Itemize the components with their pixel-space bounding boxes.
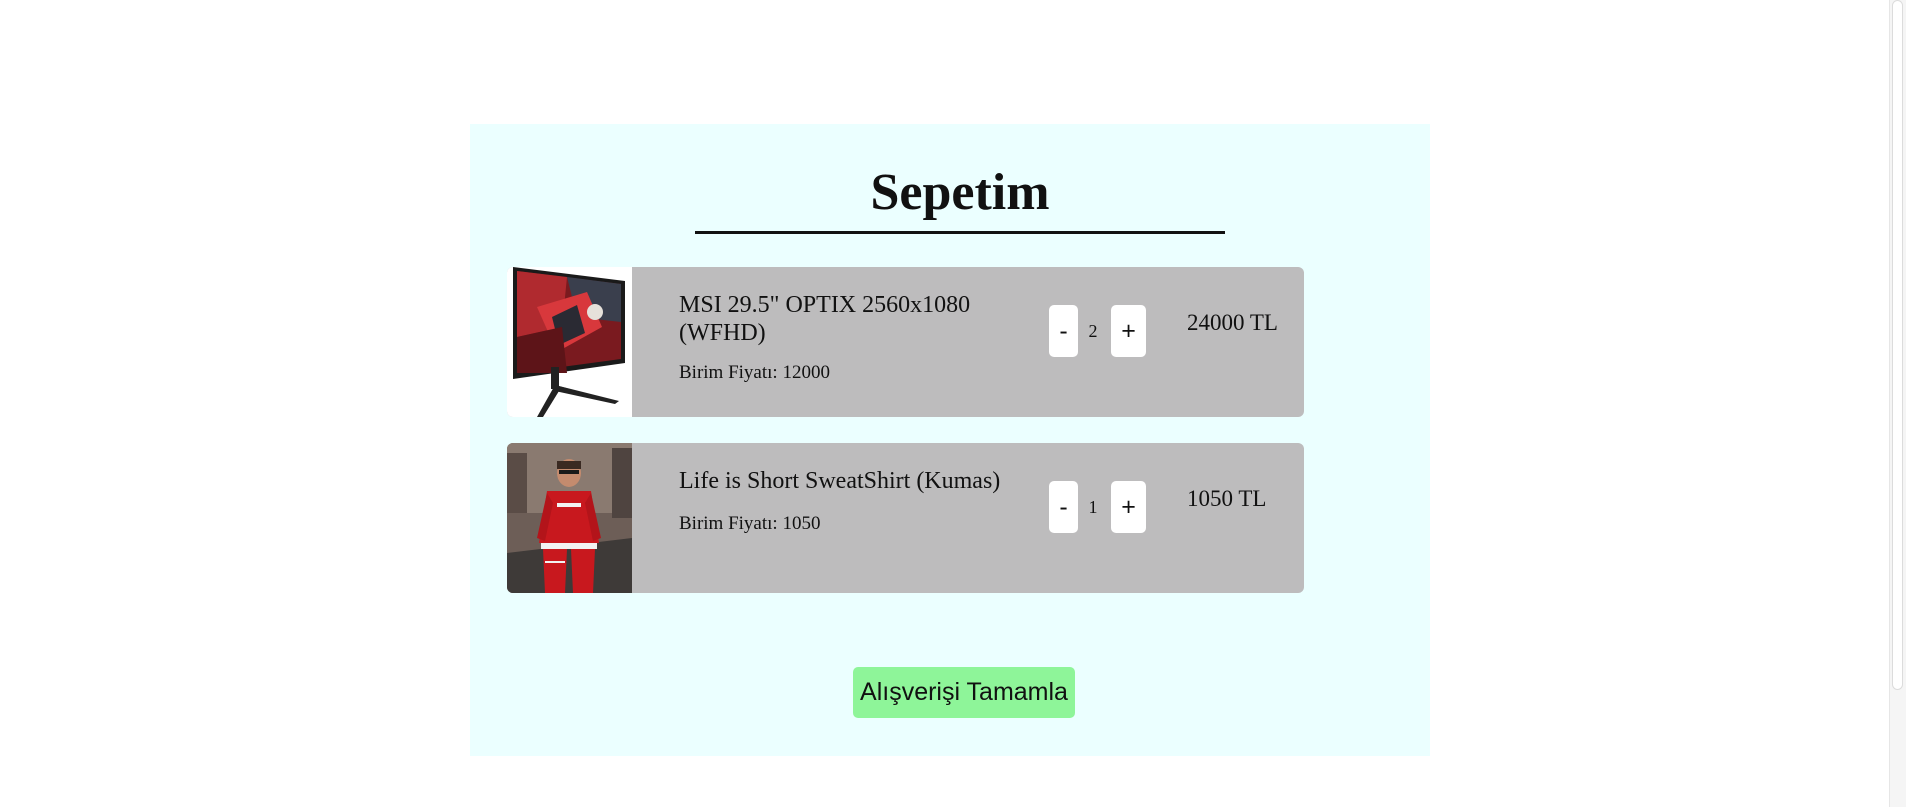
quantity-value: 1 xyxy=(1088,497,1098,517)
sweatshirt-product-image xyxy=(507,443,632,593)
monitor-product-image xyxy=(507,267,632,417)
increase-quantity-button[interactable]: + xyxy=(1111,481,1146,533)
title-underline xyxy=(695,231,1225,234)
quantity-value: 2 xyxy=(1088,321,1098,341)
decrease-quantity-button[interactable]: - xyxy=(1049,305,1078,357)
item-name: MSI 29.5" OPTIX 2560x1080 (WFHD) xyxy=(679,292,971,346)
item-total: 1050 TL xyxy=(1187,486,1267,511)
decrease-quantity-button[interactable]: - xyxy=(1049,481,1078,533)
cart-item: Life is Short SweatShirt (Kumas) Birim F… xyxy=(507,443,1304,593)
item-unit-price: Birim Fiyatı: 1050 xyxy=(679,513,821,534)
cart-item: MSI 29.5" OPTIX 2560x1080 (WFHD) Birim F… xyxy=(507,267,1304,417)
page: Sepetim MSI 29.5" OPTIX 2560x1080 (WFHD)… xyxy=(0,0,1906,807)
scrollbar-thumb[interactable] xyxy=(1892,0,1903,690)
item-total: 24000 TL xyxy=(1187,310,1278,335)
vertical-scrollbar[interactable] xyxy=(1889,0,1906,807)
increase-quantity-button[interactable]: + xyxy=(1111,305,1146,357)
item-unit-price: Birim Fiyatı: 12000 xyxy=(679,362,830,383)
complete-purchase-button[interactable]: Alışverişi Tamamla xyxy=(853,667,1075,718)
cart-panel: Sepetim MSI 29.5" OPTIX 2560x1080 (WFHD)… xyxy=(470,124,1430,756)
cart-title: Sepetim xyxy=(870,164,1050,221)
item-name: Life is Short SweatShirt (Kumas) xyxy=(679,468,1001,494)
